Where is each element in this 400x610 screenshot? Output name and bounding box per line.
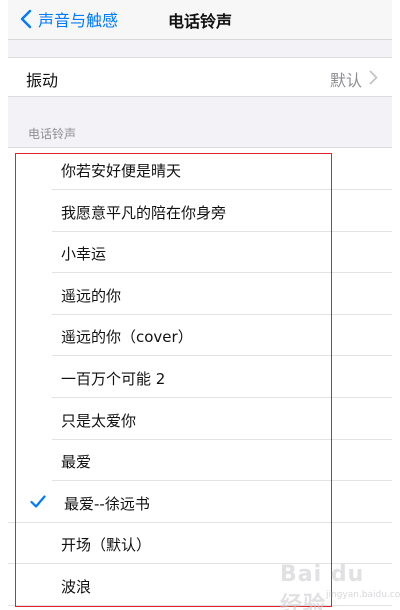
watermark-logo: Bai du 经验 (280, 562, 392, 610)
vibration-label: 振动 (26, 71, 59, 90)
ringtone-label: 遥远的你（cover） (61, 328, 193, 347)
ringtone-label: 只是太爱你 (61, 411, 137, 430)
page-title: 电话铃声 (167, 12, 232, 31)
ringtone-label: 最爱--徐远书 (64, 494, 150, 513)
vibration-value: 默认 (329, 71, 362, 90)
ringtone-item[interactable]: 最爱 (8, 439, 392, 482)
ringtone-label: 我愿意平凡的陪在你身旁 (61, 203, 227, 222)
ringtone-settings-screen: 声音与触感 电话铃声 振动 默认 电话铃声 你若安好便是晴天我愿意平凡的陪在你身… (0, 0, 400, 610)
ringtone-label: 波浪 (61, 578, 92, 596)
ringtone-item[interactable]: 遥远的你 (8, 273, 392, 315)
watermark-text: Bai du 经验 (280, 562, 365, 610)
ringtone-item[interactable]: 你若安好便是晴天 (8, 148, 392, 190)
ringtone-label: 一百万个可能 2 (61, 370, 166, 388)
ringtone-label: 小幸运 (61, 245, 107, 264)
navigation-bar: 声音与触感 电话铃声 (8, 0, 392, 40)
vibration-row[interactable]: 振动 默认 (8, 57, 392, 97)
ringtone-item[interactable]: 最爱--徐远书 (8, 481, 392, 523)
ringtone-item[interactable]: 我愿意平凡的陪在你身旁 (8, 190, 392, 232)
checkmark-icon (30, 495, 46, 508)
ringtone-label: 你若安好便是晴天 (61, 162, 182, 180)
ringtone-item[interactable]: 一百万个可能 2 (8, 356, 392, 398)
chevron-right-icon (369, 70, 378, 85)
ringtone-item[interactable]: 遥远的你（cover） (8, 314, 392, 357)
watermark-url: jingyan.baidu.com (326, 590, 400, 600)
ringtone-item[interactable]: 只是太爱你 (8, 398, 392, 440)
ringtone-label: 最爱 (61, 453, 92, 472)
section-header-ringtones: 电话铃声 (28, 127, 77, 141)
ringtone-item[interactable]: 开场（默认） (8, 522, 392, 565)
ringtone-item[interactable]: 小幸运 (8, 231, 392, 274)
ringtone-label: 开场（默认） (61, 536, 152, 555)
ringtone-list: 你若安好便是晴天我愿意平凡的陪在你身旁 小幸运遥远的你遥远的你（cover） 一百万… (8, 147, 392, 610)
ringtone-label: 遥远的你 (61, 286, 122, 305)
